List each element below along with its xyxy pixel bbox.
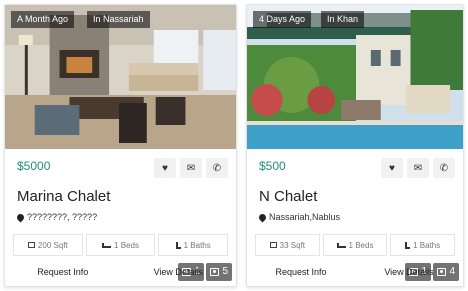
listing-age-tag: A Month Ago [11,11,75,28]
listing-age-tag: 4 Days Ago [253,11,312,28]
listing-area-tag: In Khan [321,11,365,28]
phone-icon: ✆ [212,162,222,174]
request-info-link[interactable]: Request Info [5,262,121,282]
envelope-icon: ✉ [186,162,196,174]
area-value: 200 Sqft [37,240,68,250]
baths-value: 1 Baths [413,240,441,250]
area-stat: 33 Sqft [255,234,320,256]
favorite-button[interactable]: ♥ [381,158,403,178]
area-value: 33 Sqft [279,240,306,250]
listing-stats: 200 Sqft 1 Beds 1 Baths [13,234,229,256]
listing-location: ????????, ????? [15,212,98,222]
listing-location: Nassariah,Nablus [257,212,341,222]
envelope-icon: ✉ [413,162,423,174]
listing-stats: 33 Sqft 1 Beds 1 Baths [255,234,456,256]
location-text: Nassariah,Nablus [269,212,341,222]
call-button[interactable]: ✆ [433,158,455,178]
listing-footer: Request Info View Details [247,262,463,282]
phone-icon: ✆ [439,162,449,174]
heart-icon: ♥ [389,162,395,174]
baths-value: 1 Baths [183,240,211,250]
beds-value: 1 Beds [348,240,374,250]
call-button[interactable]: ✆ [206,158,228,178]
map-pin-icon [257,212,268,222]
area-icon [27,242,35,248]
map-pin-icon [15,212,26,222]
listing-actions: ♥ ✉ ✆ [154,158,228,178]
location-text: ????????, ????? [27,212,98,222]
listing-actions: ♥ ✉ ✆ [381,158,455,178]
listing-price: $5000 [17,159,51,173]
beds-stat: 1 Beds [85,234,156,256]
beds-value: 1 Beds [114,240,139,250]
request-info-link[interactable]: Request Info [247,262,355,282]
bath-icon [175,241,181,249]
message-button[interactable]: ✉ [180,158,202,178]
listing-card[interactable]: 4 Days Ago In Khan 1 4 $500 ♥ ✉ ✆ N Chal… [246,4,464,287]
view-details-link[interactable]: View Details [355,262,463,282]
beds-stat: 1 Beds [322,234,388,256]
message-button[interactable]: ✉ [407,158,429,178]
listing-area-tag: In Nassariah [87,11,150,28]
listing-price: $500 [259,159,286,173]
listing-title[interactable]: Marina Chalet [17,188,110,205]
listing-title[interactable]: N Chalet [259,188,317,205]
baths-stat: 1 Baths [158,234,229,256]
baths-stat: 1 Baths [390,234,456,256]
bed-icon [102,242,112,248]
listing-footer: Request Info View Details [5,262,236,282]
heart-icon: ♥ [162,162,168,174]
area-icon [269,242,277,248]
bed-icon [336,242,346,248]
favorite-button[interactable]: ♥ [154,158,176,178]
view-details-link[interactable]: View Details [121,262,237,282]
bath-icon [405,241,411,249]
area-stat: 200 Sqft [13,234,83,256]
listing-card[interactable]: A Month Ago In Nassariah 1 5 $5000 ♥ ✉ ✆… [4,4,237,287]
